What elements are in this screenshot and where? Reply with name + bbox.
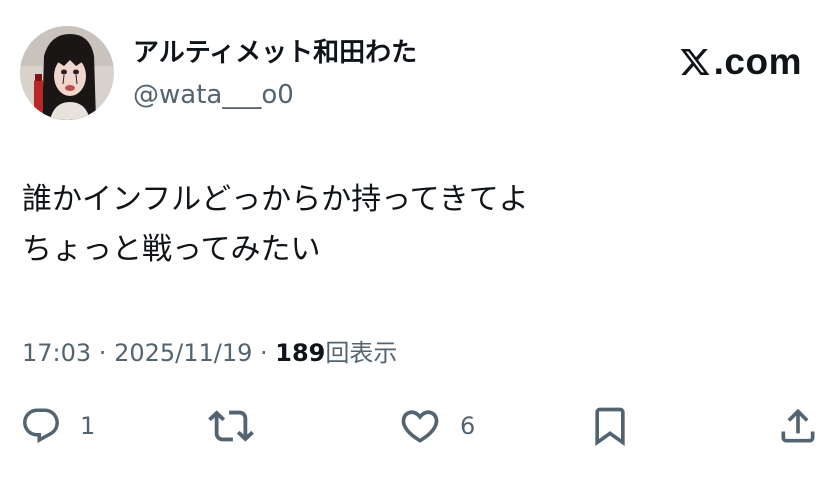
tweet-line: ちょっと戦ってみたい [22,232,321,267]
like-count: 6 [460,412,476,440]
user-handle[interactable]: @wata___o0 [133,78,294,112]
x-com-logo: .com [678,40,802,84]
avatar-image [20,26,114,120]
meta-separator: · [91,339,115,367]
reply-icon [23,408,59,443]
share-button[interactable] [776,402,820,450]
heart-icon [401,410,439,443]
x-logo-icon [680,49,710,75]
bookmark-icon [595,407,625,447]
tweet-text: 誰かインフルどっからか持ってきてよ ちょっと戦ってみたい [22,175,529,275]
like-button[interactable]: 6 [398,402,475,450]
brand-text: .com [713,41,802,82]
views-label: 回表示 [325,339,398,367]
views-count: 189 [275,339,326,367]
reply-button[interactable]: 1 [20,402,95,450]
tweet-date[interactable]: 2025/11/19 [114,339,252,367]
share-icon [781,408,815,443]
bookmark-button[interactable] [588,402,632,450]
tweet-line: 誰かインフルどっからか持ってきてよ [22,182,529,217]
retweet-icon [208,410,254,442]
reply-count: 1 [80,412,96,440]
display-name[interactable]: アルティメット和田わた [133,36,417,70]
action-bar: 1 6 [0,398,840,454]
meta-separator: · [252,339,276,367]
tweet-time[interactable]: 17:03 [22,339,91,367]
avatar[interactable] [20,26,114,120]
tweet-meta: 17:03 · 2025/11/19 · 189回表示 [22,336,397,370]
retweet-button[interactable] [208,402,254,450]
